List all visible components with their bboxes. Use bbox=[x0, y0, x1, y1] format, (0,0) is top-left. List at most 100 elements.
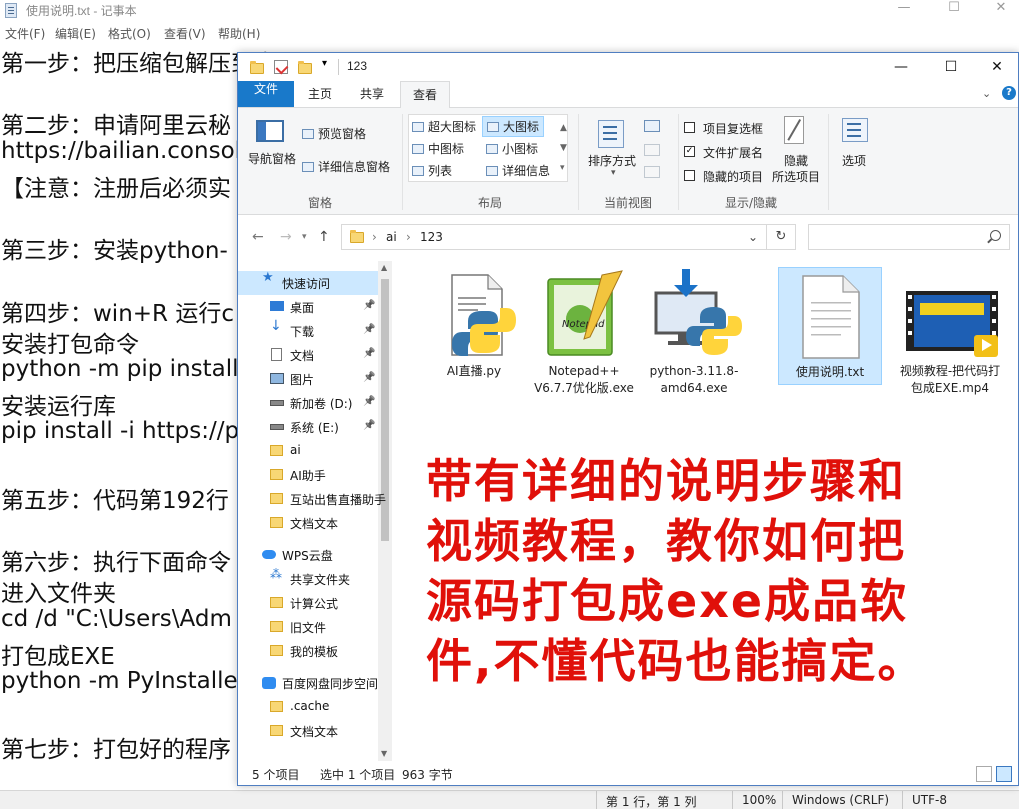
menu-file[interactable]: 文件(F) bbox=[5, 25, 45, 42]
back-icon[interactable]: ← bbox=[252, 229, 264, 245]
file-item[interactable]: python-3.11.8-amd64.exe bbox=[642, 267, 746, 397]
search-input[interactable] bbox=[808, 224, 1010, 250]
tab-share[interactable]: 共享 bbox=[350, 81, 394, 107]
breadcrumb-ai[interactable]: ai bbox=[386, 230, 397, 244]
address-bar[interactable]: › ai › 123 ⌄ bbox=[341, 224, 767, 250]
file-item[interactable]: 视频教程-把代码打包成EXE.mp4 bbox=[898, 267, 1002, 397]
layout-medium-icons[interactable]: 中图标 bbox=[412, 140, 464, 157]
details-pane-button[interactable]: 详细信息窗格 bbox=[302, 158, 390, 175]
navigation-pane-button[interactable]: 导航窗格 bbox=[248, 150, 296, 167]
layout-scroll-icon[interactable]: ▲ ▼ ▾ bbox=[560, 118, 567, 178]
large-icons-view-icon[interactable] bbox=[996, 766, 1012, 782]
layout-details[interactable]: 详细信息 bbox=[486, 162, 550, 179]
address-dropdown-icon[interactable]: ⌄ bbox=[748, 230, 758, 244]
promo-overlay-text: 带有详细的说明步骤和 视频教程，教你如何把 源码打包成exe成品软 件,不懂代码… bbox=[426, 451, 1006, 691]
explorer-maximize-icon[interactable]: ☐ bbox=[928, 53, 974, 81]
file-item[interactable]: AI直播.py bbox=[422, 267, 526, 397]
new-folder-icon[interactable] bbox=[298, 61, 312, 74]
scroll-down-icon[interactable]: ▼ bbox=[381, 749, 387, 758]
nav-item[interactable]: 新加卷 (D:) 📌 bbox=[238, 391, 378, 415]
refresh-icon[interactable]: ↻ bbox=[766, 224, 796, 250]
scroll-up-icon[interactable]: ▲ bbox=[381, 263, 387, 272]
nav-item[interactable]: 桌面 📌 bbox=[238, 295, 378, 319]
nav-item[interactable]: 文档 📌 bbox=[238, 343, 378, 367]
hide-selected-line2[interactable]: 所选项目 bbox=[772, 168, 820, 185]
python-file-icon bbox=[451, 274, 516, 356]
pin-icon[interactable]: 📌 bbox=[363, 372, 375, 383]
group-by-icon[interactable] bbox=[644, 120, 660, 132]
pin-icon[interactable]: 📌 bbox=[363, 324, 375, 335]
nav-item[interactable]: AI助手 bbox=[238, 463, 378, 487]
nav-item[interactable]: 计算公式 bbox=[238, 591, 378, 615]
maximize-icon[interactable]: ☐ bbox=[931, 0, 977, 22]
folder-icon bbox=[270, 615, 286, 639]
forward-icon[interactable]: → bbox=[280, 229, 292, 245]
file-item-selected[interactable]: 使用说明.txt bbox=[778, 267, 882, 385]
nav-item[interactable]: 文档文本 bbox=[238, 719, 378, 743]
nav-item[interactable]: ⁂ 共享文件夹 bbox=[238, 567, 378, 591]
hide-selected-line1[interactable]: 隐藏 bbox=[784, 152, 808, 169]
explorer-close-icon[interactable]: ✕ bbox=[974, 53, 1019, 81]
nav-item[interactable]: ai bbox=[238, 439, 378, 463]
options-icon[interactable] bbox=[842, 118, 868, 142]
hide-selected-icon[interactable] bbox=[784, 116, 804, 144]
sort-by-dropdown-icon[interactable]: ▾ bbox=[611, 168, 616, 178]
sort-by-icon[interactable] bbox=[598, 120, 624, 148]
breadcrumb-123[interactable]: 123 bbox=[420, 230, 443, 244]
tab-home[interactable]: 主页 bbox=[298, 81, 342, 107]
up-icon[interactable]: ↑ bbox=[318, 229, 330, 245]
file-item[interactable]: Notepad Notepad++ V6.7.7优化版.exe bbox=[532, 267, 636, 417]
menu-edit[interactable]: 编辑(E) bbox=[55, 25, 96, 42]
layout-extra-large-icons[interactable]: 超大图标 bbox=[412, 118, 476, 135]
minimize-icon[interactable]: — bbox=[881, 0, 927, 22]
nav-item[interactable]: 文档文本 bbox=[238, 511, 378, 535]
ribbon-expand-icon[interactable]: ⌄ bbox=[982, 87, 991, 100]
nav-item[interactable]: .cache bbox=[238, 695, 378, 719]
nav-item[interactable]: 系统 (E:) 📌 bbox=[238, 415, 378, 439]
tab-view[interactable]: 查看 bbox=[400, 81, 450, 108]
nav-item[interactable]: 互站出售直播助手 bbox=[238, 487, 386, 511]
nav-item[interactable]: ★ 快速访问 bbox=[238, 270, 378, 295]
pin-icon[interactable]: 📌 bbox=[363, 420, 375, 431]
properties-icon[interactable] bbox=[274, 60, 289, 75]
layout-small-icons[interactable]: 小图标 bbox=[486, 140, 538, 157]
notepad-plus-plus-icon: Notepad bbox=[547, 270, 623, 356]
nav-item[interactable]: 图片 📌 bbox=[238, 367, 378, 391]
text-line: 安装打包命令 bbox=[1, 331, 139, 358]
help-icon[interactable]: ? bbox=[1002, 86, 1016, 100]
pin-icon[interactable]: 📌 bbox=[363, 348, 375, 359]
notepad-title: 使用说明.txt - 记事本 bbox=[26, 4, 137, 18]
pin-icon[interactable]: 📌 bbox=[363, 396, 375, 407]
layout-list[interactable]: 列表 bbox=[412, 162, 452, 179]
size-columns-icon[interactable] bbox=[644, 166, 660, 178]
folder-icon bbox=[270, 487, 286, 511]
explorer-minimize-icon[interactable]: — bbox=[878, 53, 924, 81]
file-extensions-checkbox[interactable]: ✓ bbox=[684, 146, 695, 157]
nav-item[interactable]: 我的模板 bbox=[238, 639, 378, 663]
pin-icon[interactable]: 📌 bbox=[363, 300, 375, 311]
menu-format[interactable]: 格式(O) bbox=[108, 25, 151, 42]
nav-item[interactable]: 百度网盘同步空间 bbox=[238, 671, 378, 695]
document-icon bbox=[270, 343, 286, 367]
options-button[interactable]: 选项 bbox=[842, 152, 866, 169]
preview-pane-button[interactable]: 预览窗格 bbox=[302, 125, 366, 142]
layout-large-icons[interactable]: 大图标 bbox=[482, 116, 545, 137]
nav-item[interactable]: 旧文件 bbox=[238, 615, 378, 639]
close-icon[interactable]: ✕ bbox=[978, 0, 1019, 22]
nav-item[interactable]: WPS云盘 bbox=[238, 543, 378, 567]
nav-item[interactable]: ↓ 下载 📌 bbox=[238, 318, 378, 343]
item-checkboxes-checkbox[interactable] bbox=[684, 122, 695, 133]
item-count: 5 个项目 bbox=[252, 768, 300, 782]
recent-dropdown-icon[interactable]: ▾ bbox=[302, 232, 307, 242]
add-columns-icon[interactable] bbox=[644, 144, 660, 156]
details-view-icon[interactable] bbox=[976, 766, 992, 782]
tab-file[interactable]: 文件 bbox=[238, 81, 294, 107]
menu-view[interactable]: 查看(V) bbox=[164, 25, 206, 42]
nav-scrollbar[interactable]: ▲ ▼ bbox=[378, 261, 392, 761]
quick-access-dropdown-icon[interactable]: ▾ bbox=[322, 58, 327, 69]
sort-by-button[interactable]: 排序方式 bbox=[588, 152, 636, 169]
hidden-items-checkbox[interactable] bbox=[684, 170, 695, 181]
menu-help[interactable]: 帮助(H) bbox=[218, 25, 260, 42]
navigation-pane-icon[interactable] bbox=[256, 120, 284, 142]
extra-large-icons-label: 超大图标 bbox=[428, 120, 477, 134]
